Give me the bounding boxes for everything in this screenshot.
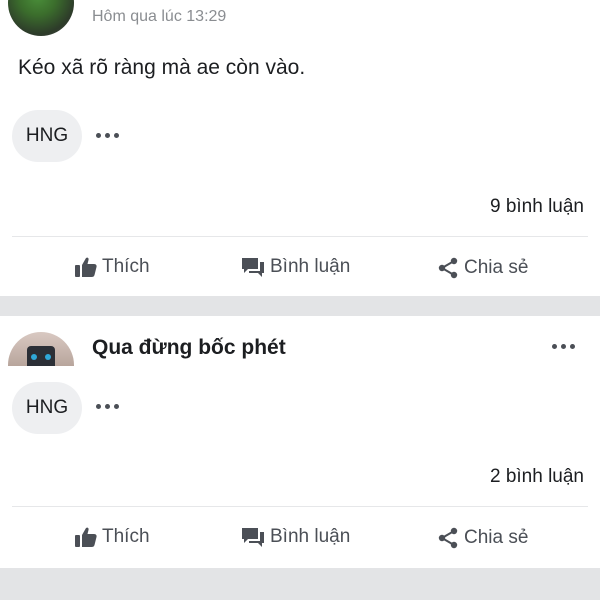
comment-icon (242, 528, 264, 547)
share-button[interactable]: Chia sẻ (436, 256, 528, 280)
comment-count[interactable]: 9 bình luận (490, 196, 584, 218)
divider (12, 506, 588, 507)
feed-separator (0, 296, 600, 316)
like-label: Thích (102, 256, 150, 277)
share-label: Chia sẻ (464, 257, 529, 278)
like-icon (75, 257, 97, 277)
more-icon[interactable] (96, 404, 119, 409)
tag-chip[interactable]: HNG (12, 110, 82, 162)
share-button[interactable]: Chia sẻ (436, 526, 528, 550)
like-label: Thích (102, 526, 150, 547)
comment-label: Bình luận (270, 526, 351, 547)
comment-label: Bình luận (270, 256, 351, 277)
share-icon (438, 257, 458, 279)
author-name[interactable]: Qua đừng bốc phét (92, 336, 286, 360)
more-icon[interactable] (552, 344, 575, 349)
like-button[interactable]: Thích (74, 256, 150, 278)
author-avatar[interactable] (8, 332, 74, 366)
comment-count[interactable]: 2 bình luận (490, 466, 584, 488)
like-icon (75, 527, 97, 547)
share-icon (438, 527, 458, 549)
post-text: Kéo xã rõ ràng mà ae còn vào. (18, 56, 306, 79)
feed-separator (0, 568, 600, 600)
post-timestamp[interactable]: Hôm qua lúc 13:29 (92, 8, 226, 26)
tag-chip[interactable]: HNG (12, 382, 82, 434)
share-label: Chia sẻ (464, 527, 529, 548)
comment-icon (242, 258, 264, 277)
divider (12, 236, 588, 237)
comment-button[interactable]: Bình luận (240, 526, 350, 548)
like-button[interactable]: Thích (74, 526, 150, 548)
post-card: Hôm qua lúc 13:29 Kéo xã rõ ràng mà ae c… (0, 0, 600, 296)
comment-button[interactable]: Bình luận (240, 256, 350, 278)
more-icon[interactable] (96, 133, 119, 138)
author-avatar[interactable] (8, 0, 74, 36)
